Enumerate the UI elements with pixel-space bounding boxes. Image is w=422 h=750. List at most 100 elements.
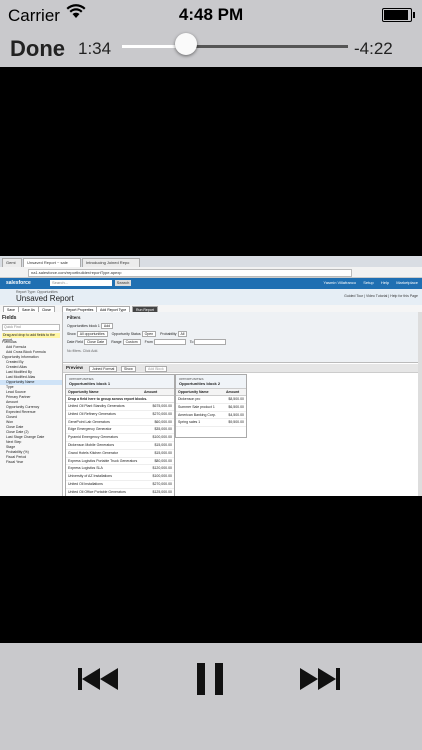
previous-track-icon[interactable]: [78, 659, 122, 699]
browser-tab[interactable]: Unsaved Report ~ sale: [23, 258, 81, 267]
user-menu[interactable]: Yasmin Villafranco: [323, 280, 356, 285]
scrubber-knob[interactable]: [174, 33, 197, 55]
preview-title: Preview: [66, 365, 84, 370]
add-filter-button[interactable]: Add: [100, 323, 114, 329]
table-row[interactable]: Summer Sale product 1 $6,500.00: [176, 404, 246, 412]
table-row[interactable]: United Oil Office Portable Generators $12…: [66, 489, 174, 496]
help-links[interactable]: Guided Tour | Video Tutorial | Help for …: [344, 294, 418, 298]
fields-tip: Drag and drop to add fields to the repor…: [2, 333, 60, 342]
table-row[interactable]: Dickenson pro $8,500.00: [176, 396, 246, 404]
status-label: Opportunity Status: [111, 332, 141, 336]
filters-title: Filters: [67, 315, 81, 320]
status-time: 4:48 PM: [178, 5, 244, 24]
search-input[interactable]: Search...: [50, 280, 112, 286]
range-label: Range: [111, 340, 122, 344]
help-link[interactable]: Help: [381, 280, 389, 285]
table-row[interactable]: Express Logistics Portable Truck Generat…: [66, 458, 174, 466]
salesforce-logo: salesforce: [6, 280, 31, 286]
report-block-2[interactable]: OPPORTUNITIES Opportunities block 2 Oppo…: [175, 374, 247, 438]
column-header[interactable]: Opportunity Name: [176, 389, 224, 395]
probability-select[interactable]: All: [177, 331, 188, 337]
from-label: From: [144, 340, 153, 344]
opportunity-name-cell: Edge Emergency Generator: [68, 427, 112, 432]
browser-tab-strip: Gemi Unsaved Report ~ sale Introducing J…: [0, 256, 422, 267]
add-block-button[interactable]: Add Block: [145, 365, 167, 372]
column-header[interactable]: Amount: [142, 389, 159, 395]
opportunity-name-cell: Pyramid Emergency Generators: [68, 435, 118, 440]
search-button[interactable]: Search: [115, 280, 131, 286]
browser-tab[interactable]: Gemi: [2, 258, 22, 267]
show-menu[interactable]: Show: [121, 365, 136, 372]
block-rows: Dickenson pro $8,500.00 Summer Sale produc…: [176, 396, 246, 428]
table-row[interactable]: United Oil Installations $270,000.00: [66, 481, 174, 489]
range-select[interactable]: Custom: [122, 339, 141, 345]
amount-cell: $60,000.00: [154, 419, 172, 424]
filter-block-label: Opportunities block 1: [67, 324, 100, 328]
field-item[interactable]: Fiscal Year: [0, 460, 62, 465]
amount-cell: $100,000.00: [152, 474, 172, 479]
next-track-icon[interactable]: [300, 659, 344, 699]
amount-cell: $4,500.00: [228, 412, 244, 417]
amount-cell: $120,000.00: [152, 466, 172, 471]
report-builder-main: Filters Opportunities block 1 Add Show A…: [63, 312, 422, 496]
amount-cell: $9,500.00: [228, 420, 244, 425]
table-row[interactable]: Grand Hotels Kitchen Generator $15,000.00: [66, 450, 174, 458]
table-row[interactable]: GenePoint Lab Generators $60,000.00: [66, 419, 174, 427]
browser-tab[interactable]: Introducing Joined Repo: [82, 258, 140, 267]
table-row[interactable]: United Oil Refinery Generators $270,000.0…: [66, 411, 174, 419]
status-bar: Carrier 4:48 PM: [0, 0, 422, 30]
group-drop-zone[interactable]: Drop a field here to group across report…: [66, 396, 174, 403]
header-links: Yasmin Villafranco Setup Help Marketplac…: [317, 280, 418, 286]
date-field-select[interactable]: Close Date: [83, 339, 108, 345]
status-select[interactable]: Open: [141, 331, 157, 337]
table-row[interactable]: Edge Emergency Generator $35,000.00: [66, 426, 174, 435]
field-list: Formulas Add Formula Add Cross Block Formu…: [0, 340, 62, 465]
preview-bar: Preview Joined Format Show Add Block: [63, 364, 422, 373]
show-select[interactable]: All opportunities: [76, 331, 108, 337]
to-input[interactable]: [194, 339, 227, 345]
setup-link[interactable]: Setup: [363, 280, 373, 285]
table-row[interactable]: Express Logistics SLA $120,000.00: [66, 465, 174, 474]
report-block-1[interactable]: OPPORTUNITIES Opportunities block 1 Oppo…: [65, 374, 175, 496]
video-frame[interactable]: Gemi Unsaved Report ~ sale Introducing J…: [0, 256, 422, 496]
pause-icon[interactable]: [196, 659, 224, 699]
probability-label: Probability: [160, 332, 177, 336]
table-row[interactable]: University of AZ Installations $100,000.0…: [66, 473, 174, 481]
table-row[interactable]: American Banking Corp. $4,500.00: [176, 412, 246, 420]
table-row[interactable]: Spring sales 1 $9,500.00: [176, 419, 246, 428]
amount-cell: $6,500.00: [228, 404, 244, 409]
column-header[interactable]: Opportunity Name: [66, 389, 142, 395]
table-row[interactable]: Dickenson Mobile Generators $15,000.00: [66, 442, 174, 450]
fields-title: Fields: [2, 315, 17, 321]
amount-cell: $80,000.00: [154, 458, 172, 463]
vertical-scrollbar[interactable]: [418, 312, 422, 496]
done-button[interactable]: Done: [10, 36, 65, 62]
table-row[interactable]: United Oil Plant Standby Generators $675,…: [66, 403, 174, 411]
url-field[interactable]: na1.salesforce.com/reportbuilder/reportT…: [28, 269, 352, 277]
salesforce-header: salesforce Search... Search Yasmin Villa…: [0, 278, 422, 289]
fields-panel: Fields Quick Find Drag and drop to add f…: [0, 312, 63, 496]
opportunity-name-cell: Dickenson Mobile Generators: [68, 442, 115, 447]
quick-find-input[interactable]: Quick Find: [2, 324, 60, 331]
browser-address-bar: na1.salesforce.com/reportbuilder/reportT…: [0, 267, 422, 278]
elapsed-time: 1:34: [78, 39, 112, 58]
block-header: OPPORTUNITIES Opportunities block 2: [176, 375, 246, 389]
block-name: Opportunities block 2: [179, 381, 221, 386]
app-menu[interactable]: Marketplace: [396, 280, 418, 285]
amount-cell: $125,000.00: [152, 489, 172, 494]
scrubber-track[interactable]: [122, 45, 348, 48]
amount-cell: $8,500.00: [228, 397, 244, 401]
player-bottom-bar: [0, 643, 422, 750]
date-field-label: Date Field: [67, 340, 83, 344]
player-top-bar: Done 1:34 -4:22: [0, 30, 422, 67]
format-select[interactable]: Joined Format: [89, 365, 118, 372]
opportunity-name-cell: United Oil Plant Standby Generators: [68, 404, 125, 408]
block-columns: Opportunity Name Amount: [66, 389, 174, 396]
block-name: Opportunities block 1: [69, 381, 111, 386]
table-row[interactable]: Pyramid Emergency Generators $100,000.00: [66, 434, 174, 442]
from-input[interactable]: [153, 339, 186, 345]
opportunity-name-cell: Spring sales 1: [178, 420, 201, 425]
filters-panel: Filters Opportunities block 1 Add Show A…: [63, 312, 422, 363]
column-header[interactable]: Amount: [224, 389, 241, 395]
to-label: To: [189, 340, 194, 344]
